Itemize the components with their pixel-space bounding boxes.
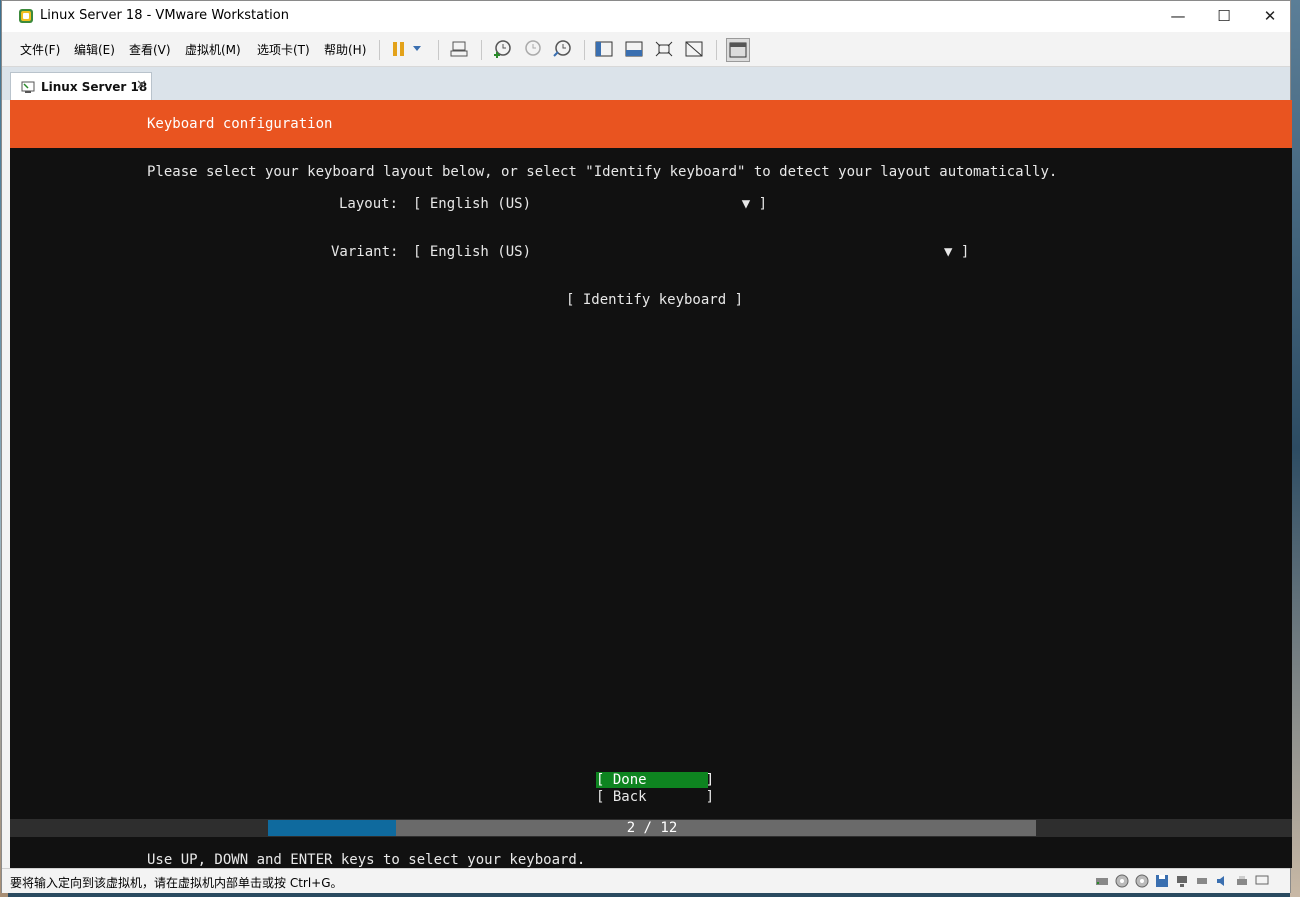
library-view-icon[interactable]: [593, 38, 615, 60]
maximize-button[interactable]: ☐: [1201, 1, 1247, 32]
toolbar-separator: [716, 40, 717, 60]
tab-close-icon[interactable]: ✕: [136, 78, 147, 93]
network-icon[interactable]: [1174, 873, 1190, 889]
footer-hint: Use UP, DOWN and ENTER keys to select yo…: [147, 852, 586, 868]
status-message: 要将输入定向到该虚拟机，请在虚拟机内部单击或按 Ctrl+G。: [10, 876, 343, 890]
menu-view[interactable]: 查看(V): [129, 41, 171, 58]
sound-icon[interactable]: [1214, 873, 1230, 889]
menu-file[interactable]: 文件(F): [20, 41, 60, 58]
progress-text: 2 / 12: [626, 820, 678, 836]
tab-bar: Linux Server 18 ✕: [2, 67, 1290, 100]
done-button[interactable]: [ Done ]: [596, 772, 714, 788]
layout-label: Layout:: [339, 196, 399, 212]
title-bar[interactable]: Linux Server 18 - VMware Workstation — ☐…: [2, 1, 1290, 32]
revert-snapshot-icon[interactable]: [521, 38, 543, 60]
vm-console[interactable]: Keyboard configuration Please select you…: [10, 100, 1292, 868]
snapshot-manager-icon[interactable]: [551, 38, 573, 60]
menu-vm[interactable]: 虚拟机(M): [185, 41, 241, 58]
thumbnail-view-icon[interactable]: [726, 38, 750, 62]
display-icon[interactable]: [1254, 873, 1270, 889]
cd-rom-icon[interactable]: [1114, 873, 1130, 889]
close-button[interactable]: ✕: [1247, 1, 1293, 32]
tab-linux-server-18[interactable]: Linux Server 18 ✕: [10, 72, 152, 100]
status-bar: 要将输入定向到该虚拟机，请在虚拟机内部单击或按 Ctrl+G。: [2, 868, 1290, 893]
console-view-icon[interactable]: [623, 38, 645, 60]
layout-select[interactable]: [ English (US) ▼ ]: [413, 196, 767, 212]
toolbar-separator: [481, 40, 482, 60]
back-button[interactable]: [ Back ]: [596, 789, 714, 805]
fullscreen-icon[interactable]: [653, 38, 675, 60]
tab-label: Linux Server 18: [41, 80, 148, 94]
dropdown-icon[interactable]: [410, 38, 424, 60]
menu-toolbar: 文件(F) 编辑(E) 查看(V) 虚拟机(M) 选项卡(T) 帮助(H): [2, 32, 1290, 67]
vmware-app-icon: [19, 9, 33, 23]
menu-edit[interactable]: 编辑(E): [74, 41, 115, 58]
toolbar-separator: [584, 40, 585, 60]
usb-icon[interactable]: [1194, 873, 1210, 889]
vmware-window: Linux Server 18 - VMware Workstation — ☐…: [1, 0, 1292, 893]
window-title: Linux Server 18 - VMware Workstation: [40, 8, 289, 23]
hard-disk-icon[interactable]: [1094, 873, 1110, 889]
menu-tabs[interactable]: 选项卡(T): [257, 41, 310, 58]
vm-icon: [21, 81, 35, 93]
minimize-button[interactable]: —: [1155, 1, 1201, 32]
toolbar-separator: [379, 40, 380, 60]
floppy-icon[interactable]: [1154, 873, 1170, 889]
toolbar-separator: [438, 40, 439, 60]
progress-bar: 2 / 12: [268, 820, 1036, 836]
variant-label: Variant:: [331, 244, 399, 260]
send-ctrl-alt-del-icon[interactable]: [448, 38, 470, 60]
intro-text: Please select your keyboard layout below…: [147, 164, 1058, 180]
pause-icon[interactable]: [388, 38, 410, 60]
identify-keyboard-button[interactable]: [ Identify keyboard ]: [566, 292, 743, 308]
installer-title: Keyboard configuration: [147, 116, 333, 132]
cd-rom-2-icon[interactable]: [1134, 873, 1150, 889]
unity-icon[interactable]: [683, 38, 705, 60]
variant-select[interactable]: [ English (US) ▼ ]: [413, 244, 969, 260]
printer-icon[interactable]: [1234, 873, 1250, 889]
snapshot-icon[interactable]: [491, 38, 513, 60]
installer-header: Keyboard configuration: [10, 100, 1292, 148]
menu-help[interactable]: 帮助(H): [324, 41, 366, 58]
